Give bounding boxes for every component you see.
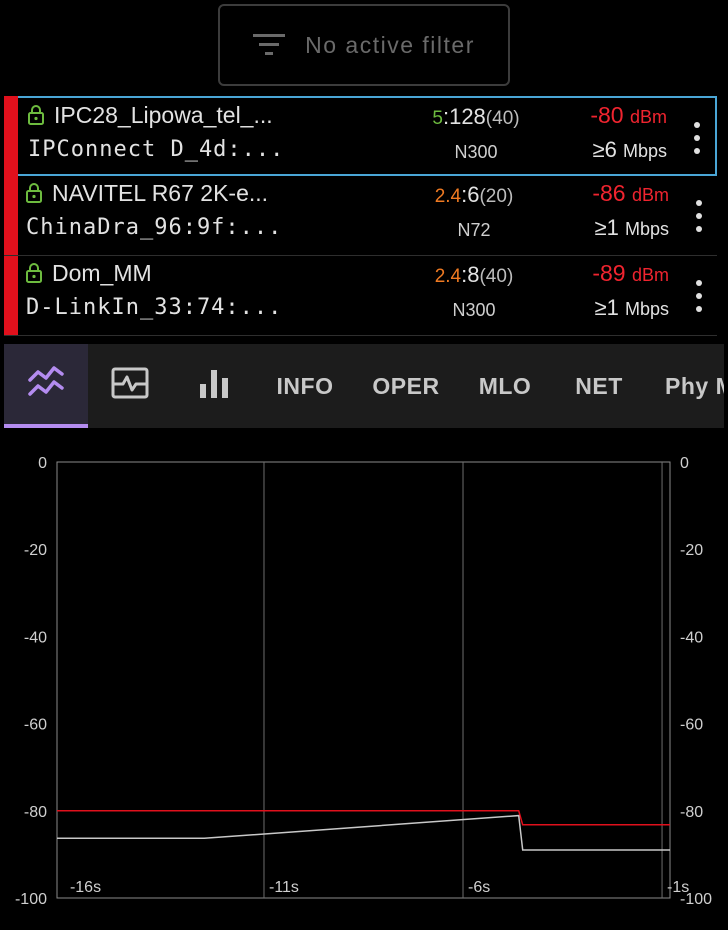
- series-line: [57, 814, 670, 851]
- speed-unit: Mbps: [622, 141, 667, 161]
- speed-unit: Mbps: [624, 219, 669, 239]
- filter-icon: [253, 32, 286, 58]
- speed-value: ≥1: [594, 295, 619, 320]
- channel-width: (40): [479, 266, 514, 287]
- y-tick-label-right: -80: [680, 804, 703, 821]
- x-tick-label: -11s: [269, 879, 299, 896]
- lock-icon: [28, 105, 44, 130]
- tab-oper[interactable]: OPER: [364, 344, 448, 428]
- network-ssid: IPC28_Lipowa_tel_...: [54, 102, 273, 128]
- more-options-icon[interactable]: [691, 280, 707, 312]
- network-row[interactable]: NAVITEL R67 2K-e... ChinaDra_96:9f:... 2…: [4, 176, 717, 256]
- time-graph-icon: [28, 364, 64, 404]
- tab-info[interactable]: INFO: [266, 344, 344, 428]
- network-channel: 2.4:8(40): [384, 262, 564, 288]
- network-row[interactable]: Dom_MM D-LinkIn_33:74:... 2.4:8(40) N300…: [4, 256, 717, 336]
- y-tick-label-right: -100: [680, 891, 712, 908]
- network-speed: ≥6 Mbps: [593, 137, 667, 163]
- rssi-value: -80: [590, 102, 624, 128]
- channel-width: (40): [485, 108, 520, 129]
- tab-phy-mode[interactable]: Phy M: [654, 344, 724, 428]
- tab-bar-chart[interactable]: [194, 344, 234, 428]
- signal-strength-bar: [4, 256, 18, 335]
- lock-icon: [26, 183, 42, 208]
- signal-strength-bar: [4, 176, 18, 255]
- network-standard: N300: [452, 300, 496, 320]
- tab-net[interactable]: NET: [566, 344, 632, 428]
- rssi-unit: dBm: [631, 185, 669, 205]
- y-tick-label-left: -60: [24, 717, 47, 734]
- network-rssi: -80 dBm: [590, 102, 667, 129]
- series-line: [57, 810, 670, 826]
- network-bssid: ChinaDra_96:9f:...: [26, 215, 283, 240]
- speed-value: ≥6: [592, 137, 617, 162]
- y-tick-label-left: -80: [24, 804, 47, 821]
- rssi-unit: dBm: [629, 107, 667, 127]
- x-tick-label: -6s: [468, 879, 490, 896]
- network-speed: ≥1 Mbps: [595, 295, 669, 321]
- x-tick-label: -16s: [70, 879, 101, 896]
- filter-button[interactable]: No active filter: [218, 4, 510, 86]
- tab-mlo[interactable]: MLO: [470, 344, 540, 428]
- network-row[interactable]: IPC28_Lipowa_tel_... IPConnect D_4d:... …: [4, 96, 717, 176]
- network-bssid: D-LinkIn_33:74:...: [26, 295, 283, 320]
- channel-number: :128: [442, 104, 486, 129]
- network-band: 2.4: [434, 266, 462, 287]
- tab-time-graph[interactable]: [4, 344, 88, 428]
- y-tick-label-left: -20: [24, 542, 47, 559]
- rssi-value: -86: [592, 180, 626, 206]
- network-list: IPC28_Lipowa_tel_... IPConnect D_4d:... …: [0, 96, 728, 336]
- y-tick-label-right: -20: [680, 542, 703, 559]
- more-options-icon[interactable]: [689, 122, 705, 154]
- network-channel: 5:128(40): [386, 104, 566, 130]
- rssi-unit: dBm: [631, 265, 669, 285]
- more-options-icon[interactable]: [691, 200, 707, 232]
- y-tick-label-left: 0: [38, 455, 47, 472]
- filter-label: No active filter: [305, 31, 475, 58]
- tab-signal-graph[interactable]: [104, 344, 156, 428]
- channel-width: (20): [479, 186, 514, 207]
- network-speed: ≥1 Mbps: [595, 215, 669, 241]
- tab-bar: INFO OPER MLO NET Phy M: [4, 344, 724, 428]
- bar-chart-icon: [199, 368, 229, 404]
- network-ssid: NAVITEL R67 2K-e...: [52, 180, 269, 206]
- signal-strength-bar: [4, 96, 18, 176]
- y-tick-label-right: -60: [680, 717, 703, 734]
- y-tick-label-left: -100: [15, 891, 47, 908]
- network-band: 2.4: [434, 186, 462, 207]
- speed-unit: Mbps: [624, 299, 669, 319]
- signal-graph-icon: [111, 367, 149, 405]
- channel-number: :6: [461, 182, 480, 207]
- y-tick-label-left: -40: [24, 629, 47, 646]
- signal-history-chart: -16s -11s -6s -1s0 0-20 -20-40 -40-60 -60-80 -80…: [15, 455, 712, 908]
- network-band: 5: [432, 108, 443, 129]
- network-rssi: -89 dBm: [592, 260, 669, 287]
- network-ssid: Dom_MM: [52, 260, 152, 286]
- lock-icon: [26, 263, 42, 288]
- network-bssid: IPConnect D_4d:...: [28, 137, 285, 162]
- y-tick-label-right: -40: [680, 629, 703, 646]
- speed-value: ≥1: [594, 215, 619, 240]
- network-standard: N72: [457, 220, 491, 240]
- plot-frame: [56, 461, 671, 899]
- network-standard: N300: [454, 142, 498, 162]
- rssi-value: -89: [592, 260, 626, 286]
- network-rssi: -86 dBm: [592, 180, 669, 207]
- network-channel: 2.4:6(20): [384, 182, 564, 208]
- y-tick-label-right: 0: [680, 455, 689, 472]
- channel-number: :8: [461, 262, 480, 287]
